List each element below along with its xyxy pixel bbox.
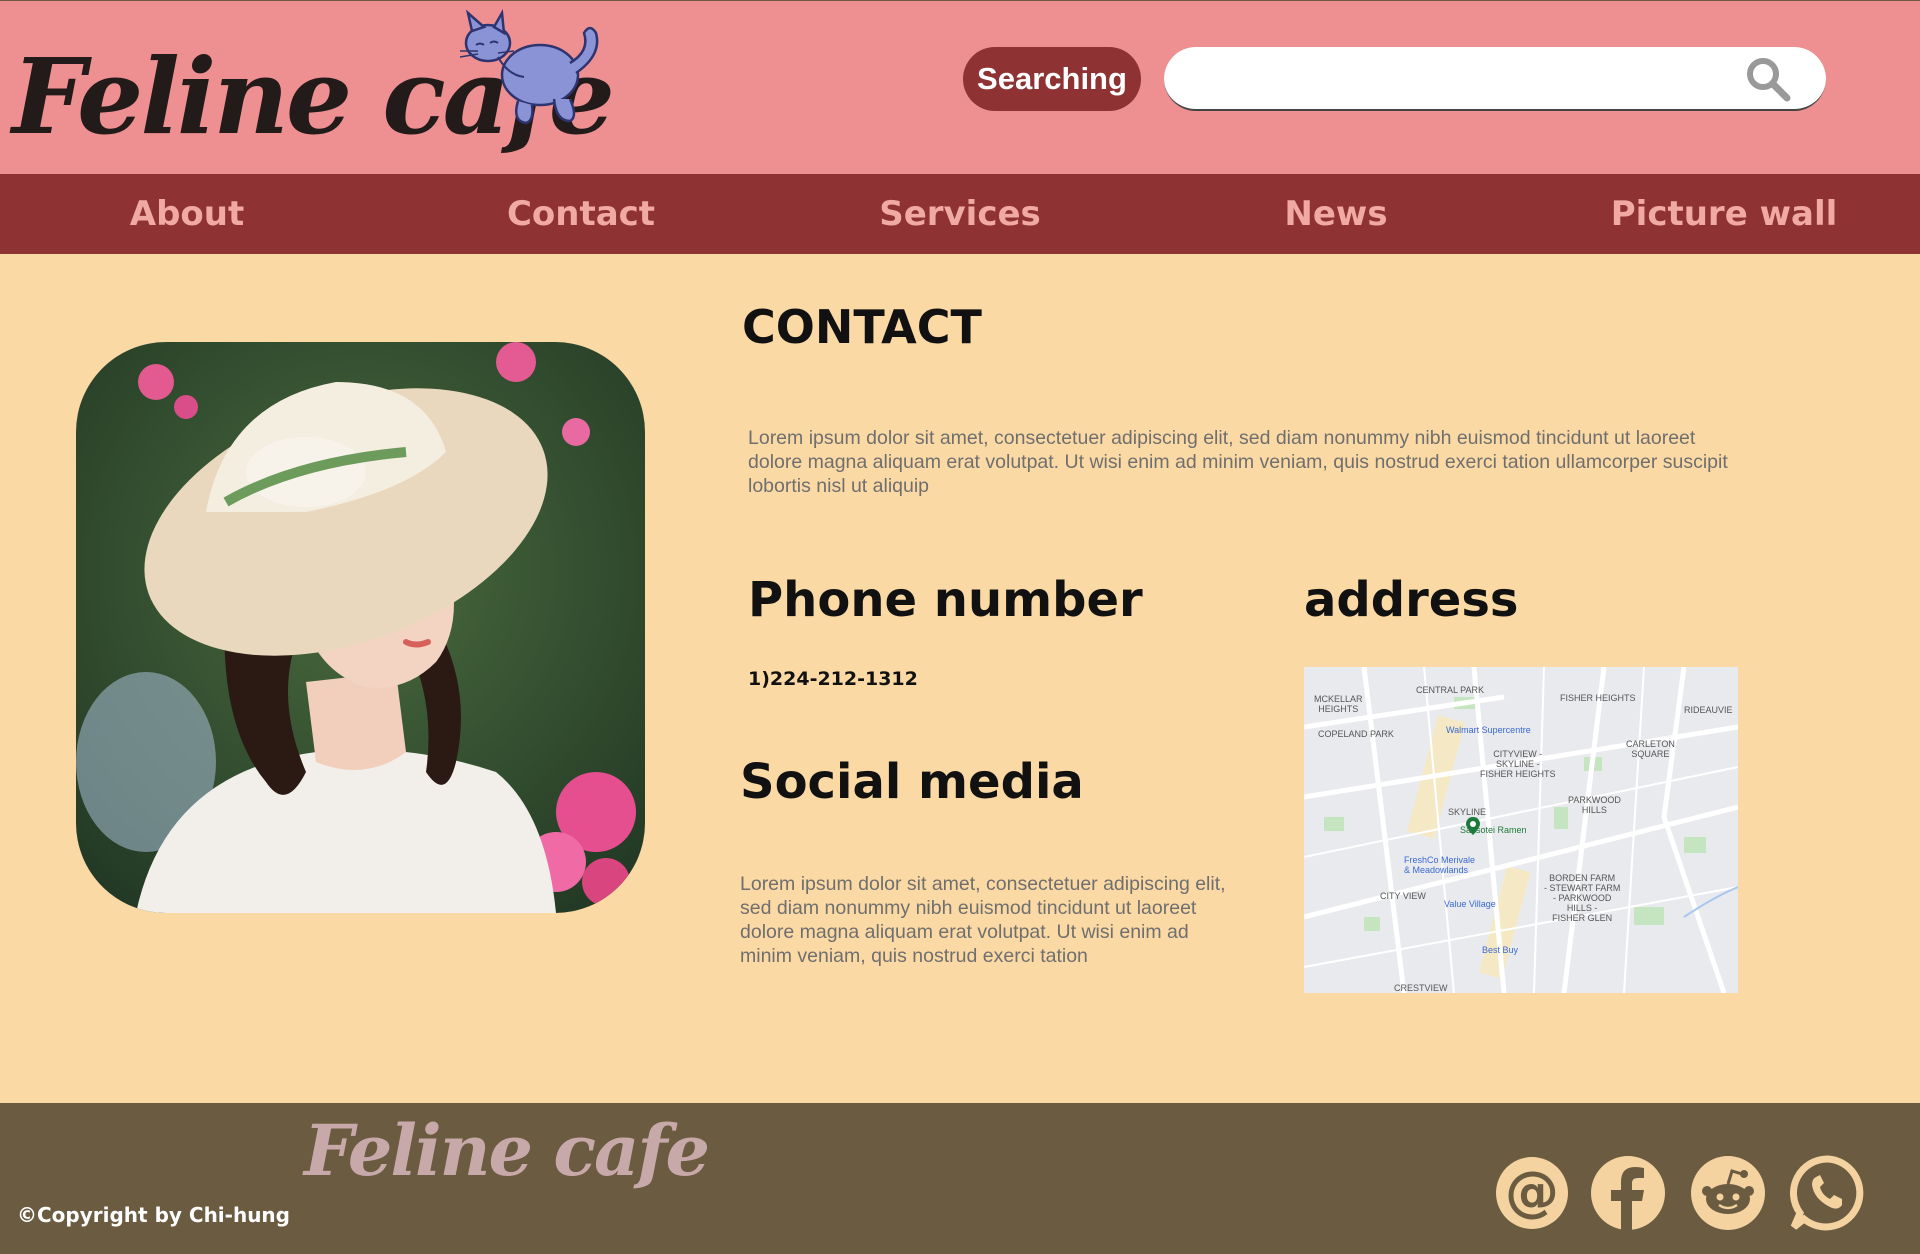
contact-intro-text: Lorem ipsum dolor sit amet, consectetuer… <box>748 427 1728 497</box>
map-poi-freshco[interactable]: FreshCo Merivale & Meadowlands <box>1404 855 1475 875</box>
site-header: Feline cafe Searching <box>0 0 1920 174</box>
map-label: MCKELLAR HEIGHTS <box>1314 694 1363 714</box>
map-label: CENTRAL PARK <box>1416 685 1485 695</box>
map-poi-walmart[interactable]: Walmart Supercentre <box>1446 725 1531 735</box>
map-label: CITYVIEW - SKYLINE - FISHER HEIGHTS <box>1480 749 1556 779</box>
map-poi-best-buy[interactable]: Best Buy <box>1482 945 1518 955</box>
nav-picture-wall[interactable]: Picture wall <box>1611 174 1838 254</box>
phone-heading: Phone number <box>748 572 1143 628</box>
map-pin-icon[interactable] <box>1466 817 1480 835</box>
map-poi-value-village[interactable]: Value Village <box>1444 899 1496 909</box>
nav-about[interactable]: About <box>130 174 244 254</box>
nav-contact[interactable]: Contact <box>507 174 655 254</box>
copyright-text: ©Copyright by Chi-hung <box>17 1203 290 1227</box>
map-label: FISHER HEIGHTS <box>1560 693 1636 703</box>
cat-icon <box>459 8 599 125</box>
map-label: PARKWOOD HILLS <box>1568 795 1621 815</box>
address-heading: address <box>1304 572 1519 628</box>
nav-news[interactable]: News <box>1284 174 1387 254</box>
map-label: CARLETON SQUARE <box>1626 739 1675 759</box>
footer-logo[interactable]: Feline cafe <box>304 1109 710 1192</box>
email-icon[interactable]: @ <box>1494 1155 1570 1231</box>
nav-services[interactable]: Services <box>879 174 1041 254</box>
search-icon[interactable] <box>1744 55 1792 103</box>
contact-heading: CONTACT <box>742 300 982 354</box>
facebook-icon[interactable] <box>1590 1155 1666 1231</box>
search-field <box>1164 47 1826 111</box>
portrait-photo <box>76 342 645 913</box>
map-label: BORDEN FARM - STEWART FARM - PARKWOOD HI… <box>1544 873 1621 923</box>
main-nav: About Contact Services News Picture wall <box>0 174 1920 254</box>
reddit-icon[interactable] <box>1690 1155 1766 1231</box>
map-label: CITY VIEW <box>1380 891 1426 901</box>
map-label: COPELAND PARK <box>1318 729 1394 739</box>
phone-number[interactable]: 1)224-212-1312 <box>748 668 918 690</box>
whatsapp-icon[interactable] <box>1790 1155 1866 1231</box>
svg-text:@: @ <box>1505 1160 1559 1223</box>
search-button[interactable]: Searching <box>963 47 1141 111</box>
map-label: SKYLINE <box>1448 807 1487 817</box>
social-media-text: Lorem ipsum dolor sit amet, consectetuer… <box>740 873 1226 967</box>
map-label: CRESTVIEW <box>1394 983 1448 993</box>
social-media-heading: Social media <box>740 754 1084 810</box>
map-label: RIDEAUVIE <box>1684 705 1733 715</box>
address-map[interactable]: CENTRAL PARK FISHER HEIGHTS RIDEAUVIE MC… <box>1304 667 1738 993</box>
search-input[interactable] <box>1194 57 1758 99</box>
